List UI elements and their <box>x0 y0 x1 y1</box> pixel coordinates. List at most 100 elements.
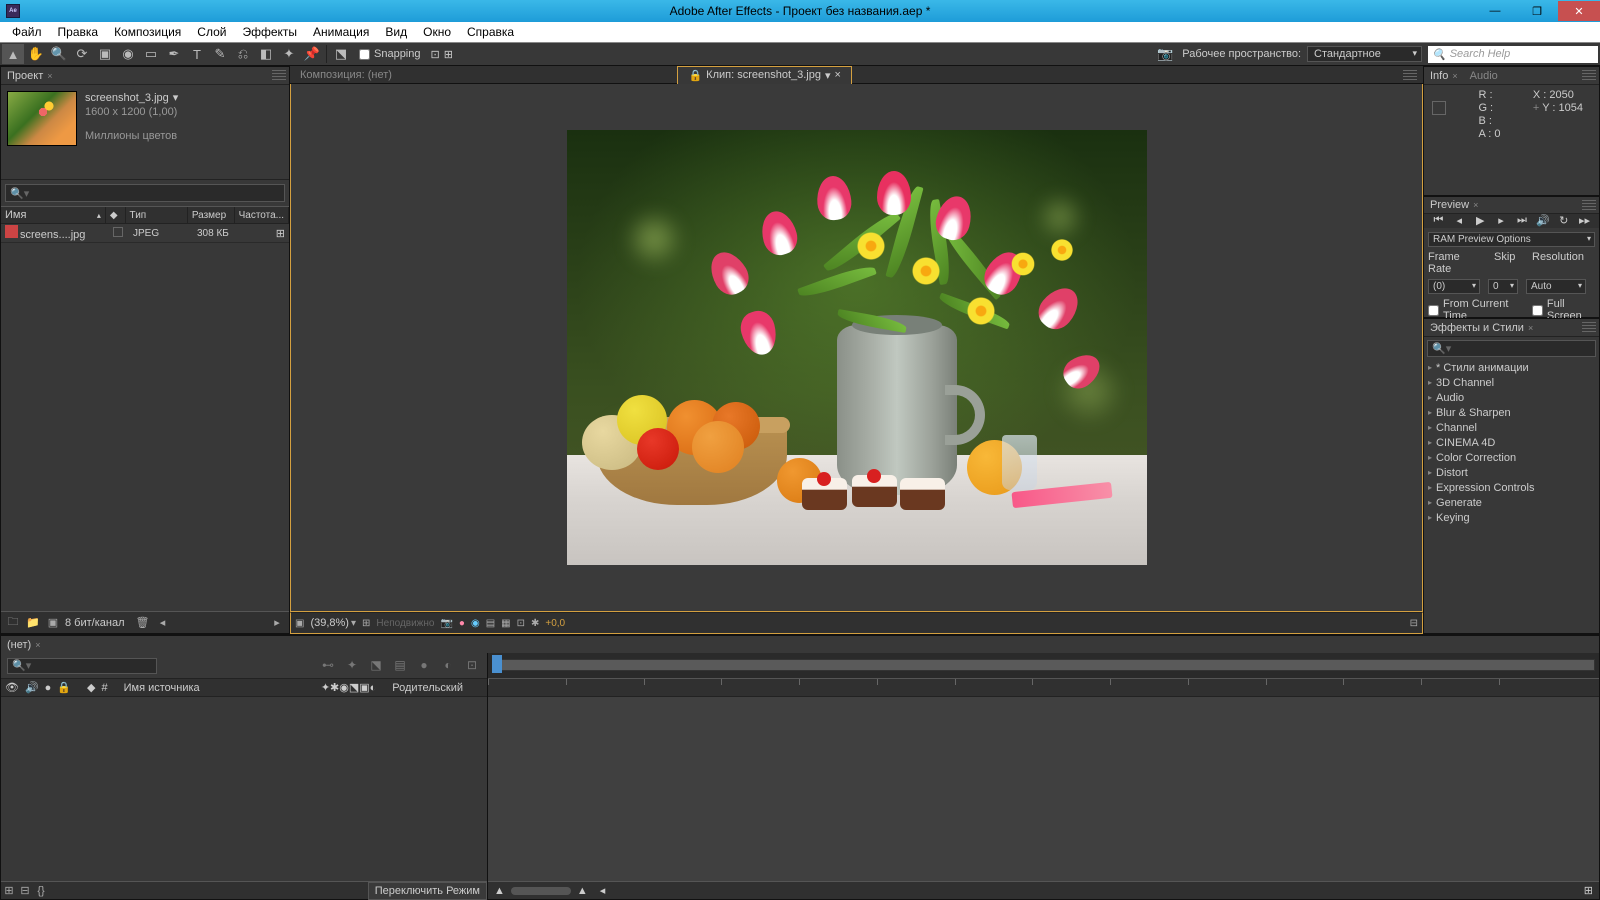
next-frame-button[interactable]: ▸ <box>1494 214 1508 228</box>
selection-tool[interactable]: ▲ <box>2 44 24 64</box>
label-swatch[interactable] <box>113 227 123 237</box>
audio-tab[interactable]: Audio <box>1464 68 1504 84</box>
row-menu-icon[interactable]: ⊞ <box>276 228 285 240</box>
magnification-icon[interactable]: ▣ <box>295 618 304 629</box>
roto-tool[interactable]: ✦ <box>278 44 300 64</box>
prev-icon[interactable]: ◂ <box>155 616 171 630</box>
tl-tool-2[interactable]: ✦ <box>343 658 361 674</box>
play-button[interactable]: ▶ <box>1473 214 1487 228</box>
exposure-value[interactable]: +0,0 <box>545 618 565 629</box>
close-icon[interactable]: × <box>47 71 52 81</box>
col-freq[interactable]: Частота... <box>235 207 289 223</box>
clip-tab[interactable]: 🔒 Клип: screenshot_3.jpg ▾ × <box>677 66 852 84</box>
from-current-checkbox[interactable] <box>1428 305 1439 316</box>
menu-view[interactable]: Вид <box>377 25 415 39</box>
menu-effects[interactable]: Эффекты <box>234 25 305 39</box>
col-size[interactable]: Размер <box>188 207 235 223</box>
grid-icon[interactable]: ▦ <box>501 618 510 629</box>
guide-icon[interactable]: ⊡ <box>517 618 525 629</box>
effect-category[interactable]: Blur & Sharpen <box>1424 405 1599 420</box>
close-button[interactable]: ✕ <box>1558 1 1600 21</box>
col-parent[interactable]: Родительский <box>392 682 463 694</box>
menu-help[interactable]: Справка <box>459 25 522 39</box>
speaker-icon[interactable]: 🔊 <box>25 681 39 694</box>
zoom-level[interactable]: (39,8%) ▾ <box>310 617 356 629</box>
channel-icon[interactable]: ● <box>459 618 465 629</box>
effect-category[interactable]: Channel <box>1424 420 1599 435</box>
pixel-aspect-icon[interactable]: ⊟ <box>1410 618 1418 629</box>
menu-file[interactable]: Файл <box>4 25 50 39</box>
project-tab[interactable]: Проект× <box>1 68 59 84</box>
pan-behind-tool[interactable]: ◉ <box>117 44 139 64</box>
panel-menu-icon[interactable] <box>1403 70 1417 80</box>
composition-tab-empty[interactable]: Композиция: (нет) <box>290 67 402 83</box>
tl-foot-2[interactable]: ⊟ <box>17 884 33 898</box>
first-frame-button[interactable]: ⏮ <box>1431 214 1445 228</box>
workspace-dropdown[interactable]: Стандартное <box>1307 46 1422 62</box>
search-help[interactable]: 🔍 Search Help <box>1428 46 1598 63</box>
full-screen-checkbox[interactable] <box>1532 305 1543 316</box>
close-icon[interactable]: × <box>1452 71 1457 81</box>
tl-tool-3[interactable]: ⬔ <box>367 658 385 674</box>
effect-category[interactable]: Color Correction <box>1424 450 1599 465</box>
solo-icon[interactable]: ● <box>45 682 52 694</box>
zoom-tool[interactable]: 🔍 <box>48 44 70 64</box>
effects-tab[interactable]: Эффекты и Стили× <box>1424 320 1539 336</box>
snapping-toggle[interactable]: Snapping ⊡ ⊞ <box>353 48 459 61</box>
snapshot-icon[interactable]: 📷 <box>440 618 452 629</box>
lock-icon[interactable]: 🔒 <box>688 69 702 82</box>
last-frame-button[interactable]: ⏭ <box>1515 214 1529 228</box>
effect-category[interactable]: Distort <box>1424 465 1599 480</box>
tl-tool-4[interactable]: ▤ <box>391 658 409 674</box>
mask-icon[interactable]: ▤ <box>486 618 495 629</box>
brush-tool[interactable]: ✎ <box>209 44 231 64</box>
resolution-icon[interactable]: ⊞ <box>362 618 370 629</box>
effect-category[interactable]: Generate <box>1424 495 1599 510</box>
viewer[interactable] <box>290 84 1423 612</box>
close-icon[interactable]: × <box>35 640 40 650</box>
panel-menu-icon[interactable] <box>1582 322 1596 332</box>
ram-preview-button[interactable]: ▸▸ <box>1578 214 1592 228</box>
col-label[interactable]: ◆ <box>106 207 126 223</box>
clone-tool[interactable]: ⎌ <box>232 44 254 64</box>
timeline-work-area[interactable] <box>488 653 1599 679</box>
audio-button[interactable]: 🔊 <box>1536 214 1550 228</box>
col-number[interactable]: # <box>102 682 108 694</box>
menu-animation[interactable]: Анимация <box>305 25 377 39</box>
timeline-search[interactable]: 🔍▾ <box>7 658 157 674</box>
effect-category[interactable]: * Стили анимации <box>1424 360 1599 375</box>
zoom-slider[interactable] <box>511 887 571 895</box>
asset-row[interactable]: screens....jpg JPEG 308 КБ ⊞ <box>1 224 289 243</box>
puppet-tool[interactable]: 📌 <box>301 44 323 64</box>
panel-menu-icon[interactable] <box>272 70 286 80</box>
menu-edit[interactable]: Правка <box>50 25 107 39</box>
info-tab[interactable]: Info× <box>1424 68 1464 84</box>
project-search[interactable]: 🔍▾ <box>5 184 285 202</box>
tl-tool-1[interactable]: ⊷ <box>319 658 337 674</box>
tl-foot-3[interactable]: {} <box>33 884 49 898</box>
col-type[interactable]: Тип <box>126 207 188 223</box>
col-name[interactable]: Имя▴ <box>1 207 106 223</box>
toggle-mode-button[interactable]: Переключить Режим <box>368 882 487 900</box>
rotate-tool[interactable]: ⟳ <box>71 44 93 64</box>
loop-button[interactable]: ↻ <box>1557 214 1571 228</box>
shape-tool[interactable]: ▭ <box>140 44 162 64</box>
time-indicator[interactable] <box>492 655 502 673</box>
eye-icon[interactable]: 👁 <box>5 681 19 694</box>
hand-tool[interactable]: ✋ <box>25 44 47 64</box>
snapping-checkbox[interactable] <box>359 49 370 60</box>
maximize-button[interactable]: ❐ <box>1516 1 1558 21</box>
dropdown-icon[interactable]: ▾ <box>825 69 831 82</box>
trash-icon[interactable]: 🗑 <box>135 616 151 630</box>
tl-foot-1[interactable]: ⊞ <box>1 884 17 898</box>
menu-window[interactable]: Окно <box>415 25 459 39</box>
zoom-in-icon[interactable]: ▲ <box>571 885 594 897</box>
panel-menu-icon[interactable] <box>1582 70 1596 80</box>
effect-category[interactable]: Audio <box>1424 390 1599 405</box>
ram-preview-dropdown[interactable]: RAM Preview Options <box>1428 232 1595 247</box>
resolution-dropdown[interactable]: Auto <box>1526 279 1586 294</box>
next-icon[interactable]: ▸ <box>269 616 285 630</box>
prev-frame-button[interactable]: ◂ <box>1452 214 1466 228</box>
camera-icon[interactable]: 📷 <box>1154 44 1176 64</box>
effect-category[interactable]: 3D Channel <box>1424 375 1599 390</box>
